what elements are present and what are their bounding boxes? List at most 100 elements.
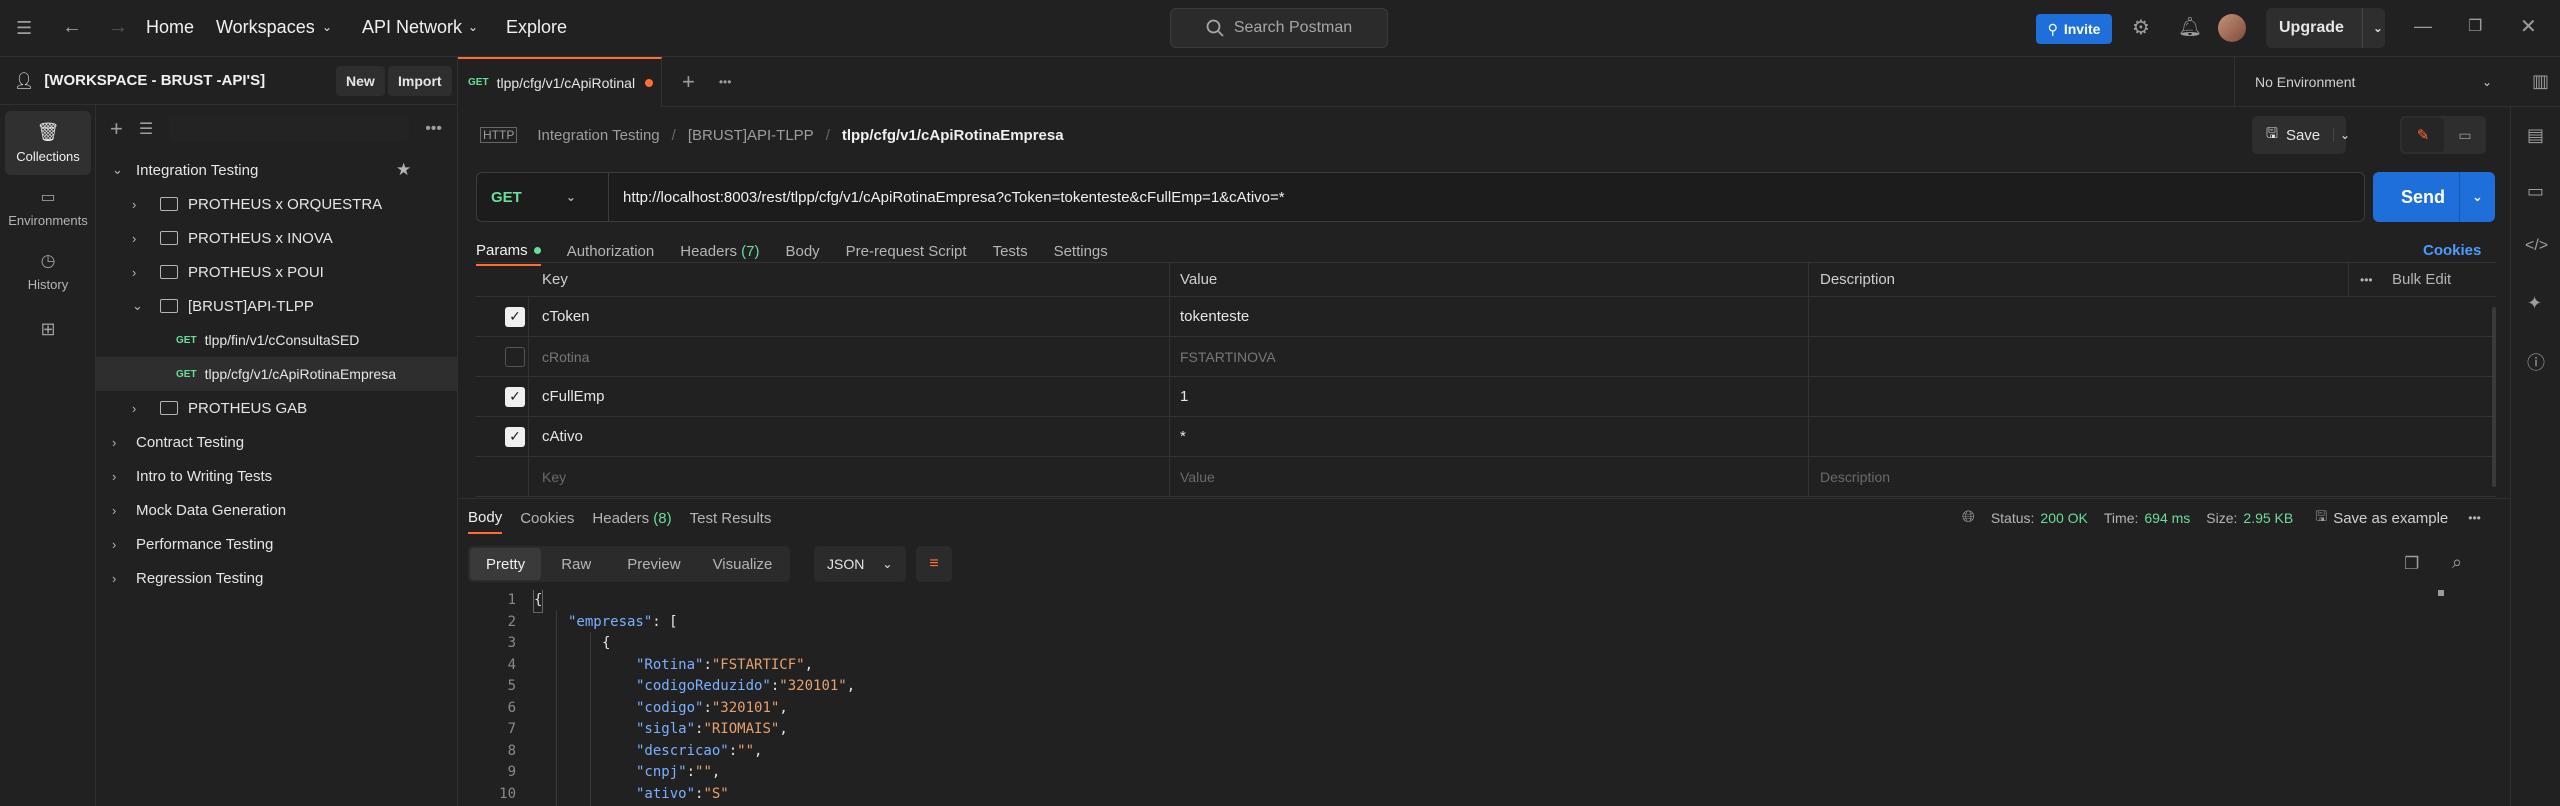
breadcrumb-item[interactable]: [BRUST]API-TLPP bbox=[688, 127, 814, 144]
request-api-rotina-empresa[interactable]: GET tlpp/cfg/v1/cApiRotinaEmpresa bbox=[96, 357, 457, 391]
plus-icon[interactable]: + bbox=[682, 69, 695, 95]
scrollbar[interactable] bbox=[2438, 590, 2444, 596]
tab-request[interactable]: GET tlpp/cfg/v1/cApiRotinal bbox=[458, 56, 662, 107]
param-value[interactable]: 1 bbox=[1180, 388, 1188, 405]
plus-icon[interactable]: + bbox=[110, 116, 123, 142]
view-visualize[interactable]: Visualize bbox=[697, 556, 789, 573]
nav-home[interactable]: Home bbox=[146, 17, 194, 38]
environment-select[interactable]: No Environment ⌄ bbox=[2234, 57, 2504, 107]
invite-button[interactable]: ⚲ Invite bbox=[2036, 14, 2112, 44]
key-placeholder[interactable]: Key bbox=[542, 469, 566, 485]
tab-tests[interactable]: Tests bbox=[993, 243, 1028, 260]
rail-environments[interactable]: ▭ Environments bbox=[5, 175, 91, 239]
request-consulta-sed[interactable]: GET tlpp/fin/v1/cConsultaSED bbox=[96, 323, 457, 357]
search-icon[interactable]: ⌕ bbox=[2452, 552, 2462, 573]
forward-icon[interactable]: → bbox=[108, 16, 128, 39]
time-value[interactable]: 694 ms bbox=[2144, 510, 2190, 526]
param-checkbox[interactable] bbox=[505, 346, 525, 367]
description-placeholder[interactable]: Description bbox=[1820, 469, 1890, 485]
view-raw[interactable]: Raw bbox=[541, 556, 611, 573]
chevron-down-icon[interactable]: ⌄ bbox=[2459, 172, 2495, 222]
param-value[interactable]: FSTARTINOVA bbox=[1180, 349, 1276, 365]
folder-protheus-gab[interactable]: › PROTHEUS GAB bbox=[96, 391, 457, 425]
breadcrumb-current[interactable]: tlpp/cfg/v1/cApiRotinaEmpresa bbox=[842, 127, 1064, 144]
cookies-link[interactable]: Cookies bbox=[2423, 242, 2481, 259]
code-icon[interactable]: </> bbox=[2525, 237, 2548, 255]
tab-pre-request-script[interactable]: Pre-request Script bbox=[846, 243, 967, 260]
more-icon[interactable]: ••• bbox=[719, 75, 732, 89]
tab-response-headers[interactable]: Headers (8) bbox=[592, 510, 671, 527]
url-input[interactable]: http://localhost:8003/rest/tlpp/cfg/v1/c… bbox=[623, 189, 1285, 206]
tab-settings[interactable]: Settings bbox=[1054, 243, 1108, 260]
folder-protheus-orquestra[interactable]: › PROTHEUS x ORQUESTRA bbox=[96, 187, 457, 221]
format-select[interactable]: JSON ⌄ bbox=[814, 546, 906, 582]
folder-protheus-poui[interactable]: › PROTHEUS x POUI bbox=[96, 255, 457, 289]
minimize-icon[interactable]: — bbox=[2414, 16, 2432, 37]
param-key[interactable]: cToken bbox=[542, 308, 590, 325]
tab-response-body[interactable]: Body bbox=[468, 502, 503, 534]
rail-collections[interactable]: 🗑︎ Collections bbox=[5, 111, 91, 175]
breadcrumb-item[interactable]: Integration Testing bbox=[537, 127, 659, 144]
back-icon[interactable]: ← bbox=[62, 16, 82, 39]
size-value[interactable]: 2.95 KB bbox=[2243, 510, 2293, 526]
param-key[interactable]: cAtivo bbox=[542, 428, 583, 445]
environment-quicklook-icon[interactable]: ▥ bbox=[2532, 71, 2549, 92]
view-preview[interactable]: Preview bbox=[611, 556, 696, 573]
tab-authorization[interactable]: Authorization bbox=[567, 243, 655, 260]
copy-icon[interactable]: ❐ bbox=[2404, 554, 2419, 574]
tab-body[interactable]: Body bbox=[785, 243, 819, 260]
lightbulb-icon[interactable]: ✦ bbox=[2527, 293, 2542, 314]
param-value[interactable]: tokenteste bbox=[1180, 308, 1249, 325]
comment-icon[interactable]: ▭ bbox=[2444, 127, 2486, 144]
gear-icon[interactable]: ⚙ bbox=[2132, 15, 2150, 40]
rail-history[interactable]: ◷ History bbox=[5, 239, 91, 303]
collection-intro-to-writing-tests[interactable]: › Intro to Writing Tests bbox=[96, 459, 457, 493]
menu-icon[interactable]: ☰ bbox=[16, 18, 32, 39]
more-icon[interactable]: ••• bbox=[2360, 273, 2373, 287]
avatar[interactable] bbox=[2218, 14, 2246, 42]
collection-regression-testing[interactable]: › Regression Testing bbox=[96, 561, 457, 595]
wrap-lines-icon[interactable]: ≡ bbox=[916, 546, 952, 582]
collection-integration-testing[interactable]: ⌄ Integration Testing ★ bbox=[96, 153, 457, 187]
view-pretty[interactable]: Pretty bbox=[470, 548, 542, 580]
response-body-editor[interactable]: 1{ 2 "empresas": [ 3{ 4 "Rotina": "FSTARTI… bbox=[476, 590, 2476, 806]
globe-icon[interactable]: 🌐︎ bbox=[1962, 509, 1975, 527]
nav-workspaces[interactable]: Workspaces bbox=[216, 17, 315, 38]
search-input[interactable]: Search Postman bbox=[1170, 8, 1388, 48]
more-icon[interactable]: ••• bbox=[425, 120, 442, 138]
folder-brust-api-tlpp[interactable]: ⌄ [BRUST]API-TLPP bbox=[96, 289, 457, 323]
tab-headers[interactable]: Headers (7) bbox=[680, 243, 759, 260]
param-value[interactable]: * bbox=[1180, 428, 1186, 445]
bell-icon[interactable]: 🔔︎ bbox=[2178, 15, 2202, 39]
more-icon[interactable]: ••• bbox=[2468, 511, 2481, 525]
save-as-example-button[interactable]: Save as example bbox=[2333, 510, 2448, 527]
documentation-icon[interactable]: ▤ bbox=[2527, 125, 2544, 146]
collection-mock-data-generation[interactable]: › Mock Data Generation bbox=[96, 493, 457, 527]
save-button[interactable]: 🖫 Save ⌄ bbox=[2252, 116, 2350, 154]
param-checkbox[interactable]: ✓ bbox=[505, 426, 525, 447]
new-button[interactable]: New bbox=[336, 66, 385, 96]
folder-protheus-inova[interactable]: › PROTHEUS x INOVA bbox=[96, 221, 457, 255]
tab-response-cookies[interactable]: Cookies bbox=[520, 510, 574, 527]
collection-contract-testing[interactable]: › Contract Testing bbox=[96, 425, 457, 459]
param-checkbox[interactable]: ✓ bbox=[505, 386, 525, 407]
param-key[interactable]: cRotina bbox=[542, 349, 589, 365]
rail-configure[interactable]: ⊞ bbox=[5, 303, 91, 355]
scrollbar[interactable] bbox=[2492, 307, 2496, 487]
star-icon[interactable]: ★ bbox=[396, 160, 411, 180]
value-placeholder[interactable]: Value bbox=[1180, 469, 1215, 485]
chevron-down-icon[interactable]: ⌄ bbox=[2332, 128, 2350, 142]
comments-icon[interactable]: ▭ bbox=[2527, 181, 2544, 202]
bulk-edit-button[interactable]: Bulk Edit bbox=[2392, 271, 2451, 288]
tab-test-results[interactable]: Test Results bbox=[690, 510, 772, 527]
send-button[interactable]: Send ⌄ bbox=[2373, 172, 2495, 222]
nav-api-network[interactable]: API Network bbox=[362, 17, 462, 38]
status-value[interactable]: 200 OK bbox=[2040, 510, 2087, 526]
param-checkbox[interactable]: ✓ bbox=[505, 306, 525, 327]
collection-performance-testing[interactable]: › Performance Testing bbox=[96, 527, 457, 561]
method-select[interactable]: GET ⌄ bbox=[477, 173, 609, 221]
param-key[interactable]: cFullEmp bbox=[542, 388, 605, 405]
filter-icon[interactable]: ☰ bbox=[139, 119, 153, 139]
info-icon[interactable]: ⓘ bbox=[2527, 349, 2545, 375]
edit-icon[interactable]: ✎ bbox=[2402, 118, 2444, 152]
